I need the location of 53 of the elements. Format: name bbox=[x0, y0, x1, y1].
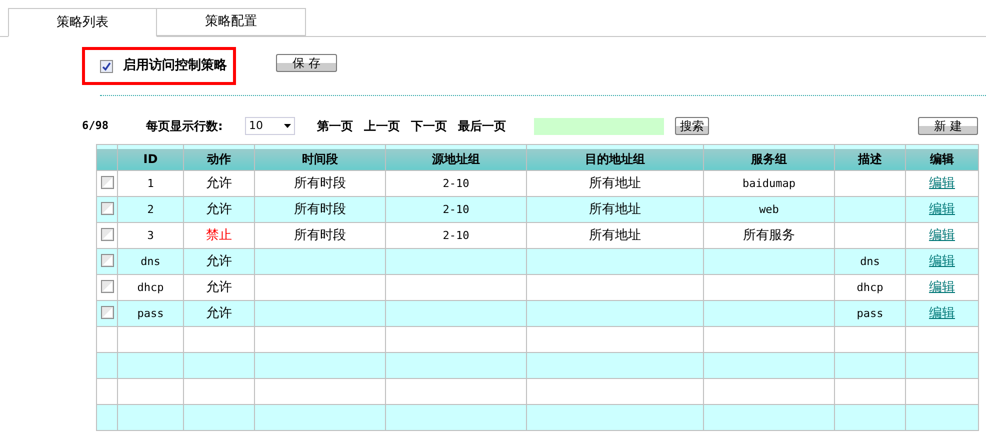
page-count: 6/98 bbox=[82, 118, 110, 134]
table-cell: pass bbox=[856, 307, 884, 320]
table-cell: 2-10 bbox=[442, 229, 470, 242]
tab[interactable]: 策略列表 bbox=[8, 8, 157, 37]
table-cell: 2-10 bbox=[442, 177, 470, 190]
table-cell: 所有服务 bbox=[743, 228, 795, 243]
table-cell: 3 bbox=[147, 229, 154, 242]
table-cell: dhcp bbox=[856, 281, 884, 294]
table-cell: 允许 bbox=[206, 280, 232, 295]
checkbox[interactable] bbox=[100, 60, 113, 72]
table-cell: pass bbox=[137, 307, 164, 320]
table-cell: 所有地址 bbox=[589, 202, 641, 217]
table-cell: 禁止 bbox=[206, 228, 232, 243]
table-cell: 所有时段 bbox=[294, 176, 346, 191]
checkbox[interactable] bbox=[100, 254, 114, 266]
save-button[interactable]: 保 存 bbox=[276, 54, 337, 72]
column-header: 时间段 bbox=[254, 144, 386, 170]
new-button[interactable]: 新 建 bbox=[918, 117, 978, 135]
checkbox[interactable] bbox=[100, 228, 114, 240]
search-button[interactable]: 搜索 bbox=[675, 117, 709, 135]
table-cell: 允许 bbox=[206, 176, 232, 191]
table-cell: dhcp bbox=[137, 281, 164, 294]
pager-link[interactable]: 第一页 bbox=[317, 117, 353, 135]
pager-link[interactable]: 上一页 bbox=[364, 117, 400, 135]
table-cell: 所有时段 bbox=[294, 202, 346, 217]
table-cell: dns bbox=[860, 255, 880, 268]
column-header: 服务组 bbox=[704, 144, 834, 170]
checkbox-label: 启用访问控制策略 bbox=[123, 56, 227, 76]
table-cell: 允许 bbox=[206, 254, 232, 269]
rows-per-page-select[interactable]: 10 bbox=[245, 117, 295, 135]
search-field[interactable] bbox=[534, 118, 664, 134]
table-cell: web bbox=[759, 203, 779, 216]
table-cell: 所有地址 bbox=[589, 228, 641, 243]
checkbox[interactable] bbox=[100, 280, 114, 292]
tab[interactable]: 策略配置 bbox=[157, 8, 306, 36]
checkbox[interactable] bbox=[100, 202, 114, 214]
table-cell: 2-10 bbox=[442, 203, 470, 216]
rows-per-page-label: 每页显示行数: bbox=[146, 118, 224, 135]
table-cell: dns bbox=[140, 255, 160, 268]
column-header: 源地址组 bbox=[386, 144, 526, 170]
table-cell: 所有地址 bbox=[589, 176, 641, 191]
checkbox[interactable] bbox=[100, 306, 114, 318]
pager-link[interactable]: 最后一页 bbox=[458, 117, 506, 135]
table-cell: baidumap bbox=[742, 177, 796, 190]
pager-link[interactable]: 下一页 bbox=[411, 117, 447, 135]
dropdown-icon bbox=[284, 124, 291, 128]
checkbox[interactable] bbox=[100, 176, 114, 188]
table-cell: 允许 bbox=[206, 306, 232, 321]
table-cell: 1 bbox=[147, 177, 154, 190]
table-cell: 所有时段 bbox=[294, 228, 346, 243]
column-header: 目的地址组 bbox=[526, 144, 704, 170]
table-cell: 2 bbox=[147, 203, 154, 216]
table-cell: 允许 bbox=[206, 202, 232, 217]
